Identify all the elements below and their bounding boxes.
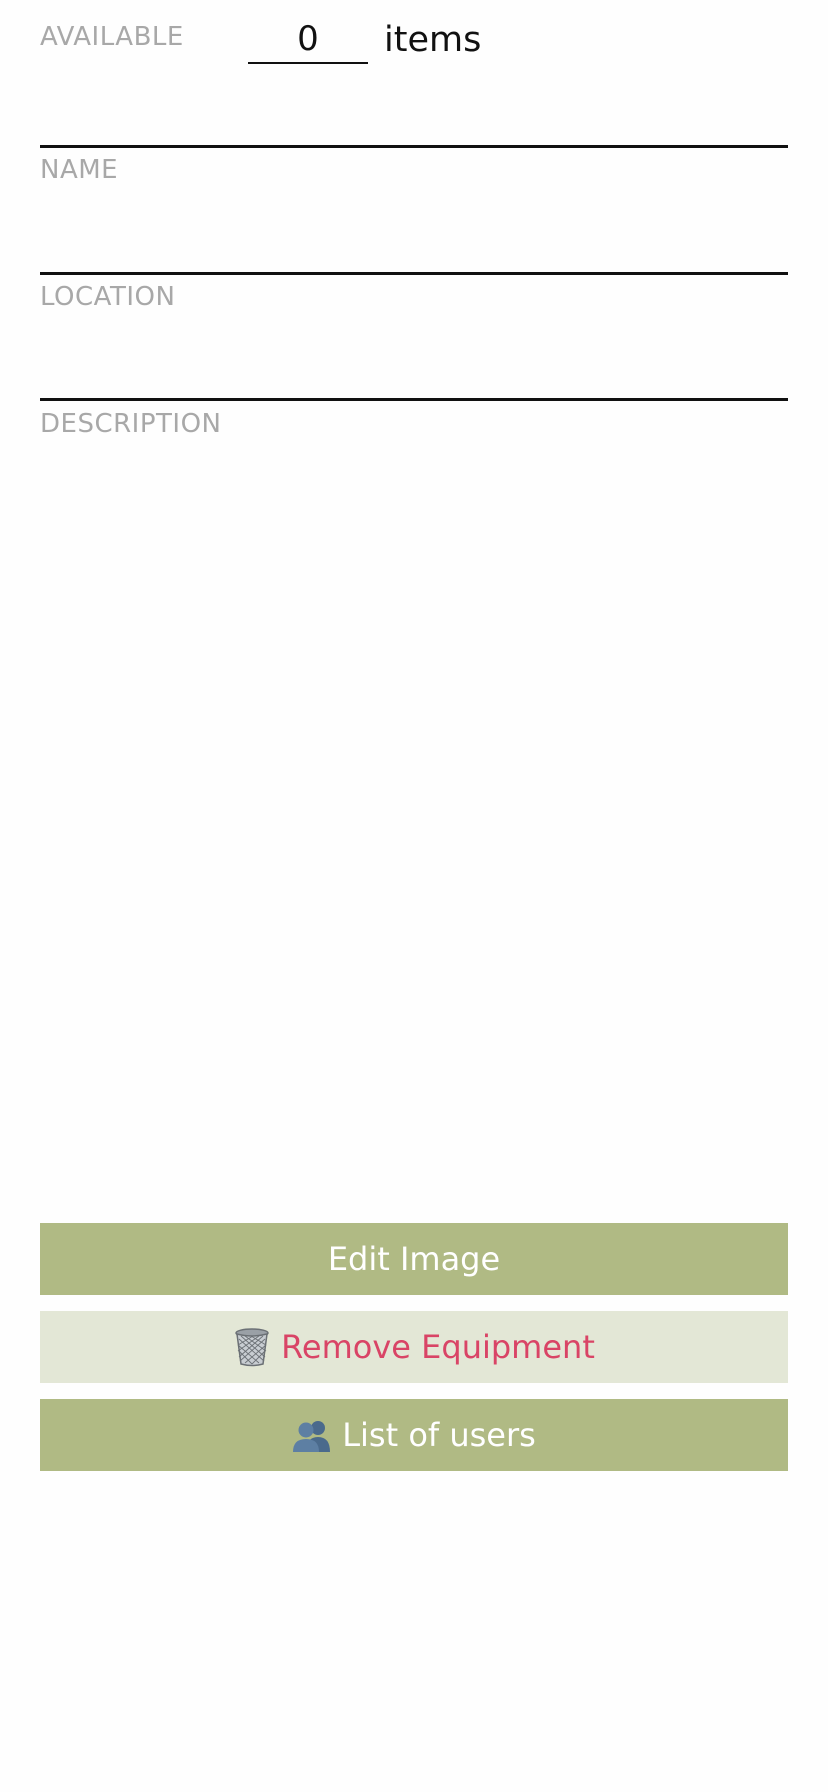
available-unit-label: items [384,20,482,60]
trash-icon [233,1327,271,1367]
list-of-users-label: List of users [342,1416,536,1454]
list-of-users-button[interactable]: List of users [40,1399,788,1471]
edit-image-button[interactable]: Edit Image [40,1223,788,1295]
available-quantity-input[interactable]: 0 [248,14,368,64]
remove-equipment-label: Remove Equipment [281,1328,595,1366]
description-field[interactable] [40,348,788,394]
name-field[interactable] [40,96,788,142]
remove-equipment-button[interactable]: Remove Equipment [40,1311,788,1383]
description-field-underline [40,398,788,401]
description-label: DESCRIPTION [40,409,222,439]
users-icon [292,1418,332,1452]
available-label: AVAILABLE [40,22,184,52]
name-field-underline [40,145,788,148]
location-field-underline [40,272,788,275]
edit-image-label: Edit Image [327,1240,501,1278]
location-label: LOCATION [40,282,176,312]
location-field[interactable] [40,222,788,268]
name-label: NAME [40,155,119,185]
